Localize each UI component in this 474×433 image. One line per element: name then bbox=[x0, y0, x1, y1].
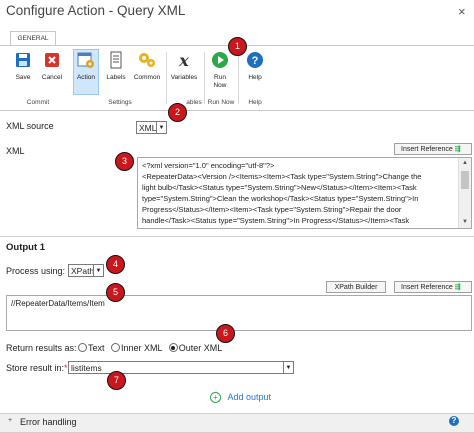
group-label-help: Help bbox=[248, 99, 262, 106]
xml-line: light bulb</Task><Status type="System.St… bbox=[142, 183, 417, 192]
group-label-run-now: Run Now bbox=[207, 99, 235, 106]
chevron-down-icon: ▼ bbox=[283, 362, 293, 373]
ribbon-separator bbox=[166, 52, 167, 104]
marker-6: 6 bbox=[216, 324, 235, 343]
xml-textarea[interactable]: <?xml version="1.0" encoding="utf-8"?> <… bbox=[137, 157, 472, 229]
error-handling-label: Error handling bbox=[20, 417, 77, 427]
xml-line: <?xml version="1.0" encoding="utf-8"?> bbox=[142, 161, 275, 170]
help-question-icon[interactable]: ? bbox=[449, 416, 459, 426]
marker-5: 5 bbox=[106, 283, 125, 302]
play-icon bbox=[210, 50, 230, 70]
xml-line: handle</Task><Status type="System.String… bbox=[142, 216, 410, 225]
process-using-label: Process using: bbox=[6, 266, 66, 276]
ribbon-separator bbox=[238, 52, 239, 104]
return-results-label: Return results as: bbox=[6, 343, 77, 353]
radio-circle bbox=[111, 343, 121, 352]
variables-x-icon: x bbox=[179, 50, 189, 70]
gears-icon bbox=[137, 50, 157, 70]
section-divider bbox=[0, 236, 474, 237]
help-question-icon: ? bbox=[245, 50, 265, 70]
help-button[interactable]: ? Help bbox=[242, 50, 268, 92]
save-button[interactable]: Save bbox=[12, 50, 34, 92]
radio-text[interactable]: Text bbox=[78, 343, 105, 353]
xml-line: <RepeaterData><Version /><Items><Item><T… bbox=[142, 172, 422, 181]
xml-source-select[interactable]: XML ▼ bbox=[136, 121, 167, 134]
marker-1: 1 bbox=[228, 37, 247, 56]
marker-2: 2 bbox=[168, 103, 187, 122]
cancel-x-icon bbox=[42, 50, 62, 70]
close-icon[interactable]: × bbox=[458, 4, 466, 19]
store-result-label: Store result in:* bbox=[6, 363, 68, 373]
chevron-down-icon: ▼ bbox=[156, 122, 166, 133]
xml-scrollbar[interactable]: ▲ ▼ bbox=[458, 158, 471, 228]
floppy-disk-icon bbox=[13, 50, 33, 70]
xml-label: XML bbox=[6, 146, 25, 156]
action-button[interactable]: Action bbox=[73, 49, 99, 95]
group-label-commit: Commit bbox=[26, 99, 50, 106]
marker-4: 4 bbox=[106, 255, 125, 274]
ribbon-separator bbox=[204, 52, 205, 104]
variables-button[interactable]: x Variables bbox=[168, 50, 200, 92]
radio-inner-xml[interactable]: Inner XML bbox=[111, 343, 162, 353]
common-button[interactable]: Common bbox=[132, 50, 162, 92]
group-label-settings: Settings bbox=[108, 99, 132, 106]
marker-3: 3 bbox=[115, 152, 134, 171]
insert-reference-icon: ⇶ bbox=[454, 284, 461, 291]
insert-reference-button[interactable]: Insert Reference ⇶ bbox=[394, 143, 472, 155]
run-now-button[interactable]: Run Now bbox=[207, 50, 233, 92]
add-output-link[interactable]: + Add output bbox=[210, 392, 271, 403]
xml-source-label: XML source bbox=[6, 121, 54, 131]
xpath-textarea[interactable]: //RepeaterData/Items/Item bbox=[6, 295, 472, 331]
output-heading: Output 1 bbox=[6, 242, 46, 253]
expand-plus-icon[interactable]: + bbox=[8, 417, 12, 424]
labels-tag-icon bbox=[106, 50, 126, 70]
radio-outer-xml[interactable]: Outer XML bbox=[168, 343, 222, 353]
action-gear-icon bbox=[76, 50, 96, 70]
xpath-builder-button[interactable]: XPath Builder bbox=[326, 281, 386, 293]
svg-text:?: ? bbox=[252, 55, 259, 67]
return-options: Text Inner XML Outer XML bbox=[78, 343, 222, 353]
cancel-button[interactable]: Cancel bbox=[40, 50, 64, 92]
xml-line: Progress</Status></Item><Item><Task type… bbox=[142, 205, 402, 214]
tab-general[interactable]: GENERAL bbox=[10, 31, 56, 46]
add-circle-icon: + bbox=[210, 392, 221, 403]
radio-circle bbox=[78, 343, 87, 352]
radio-circle-selected bbox=[168, 343, 178, 352]
process-using-select[interactable]: XPath ▼ bbox=[68, 264, 104, 277]
insert-reference-icon: ⇶ bbox=[454, 146, 461, 153]
window-title: Configure Action - Query XML bbox=[6, 3, 186, 18]
marker-7: 7 bbox=[107, 371, 126, 390]
chevron-down-icon: ▼ bbox=[93, 265, 103, 276]
store-result-select[interactable]: listitems ▼ bbox=[68, 361, 294, 374]
xml-line: type="System.String">Clean the workshop<… bbox=[142, 194, 419, 203]
labels-button[interactable]: Labels bbox=[104, 50, 128, 92]
insert-reference-button-2[interactable]: Insert Reference ⇶ bbox=[394, 281, 472, 293]
